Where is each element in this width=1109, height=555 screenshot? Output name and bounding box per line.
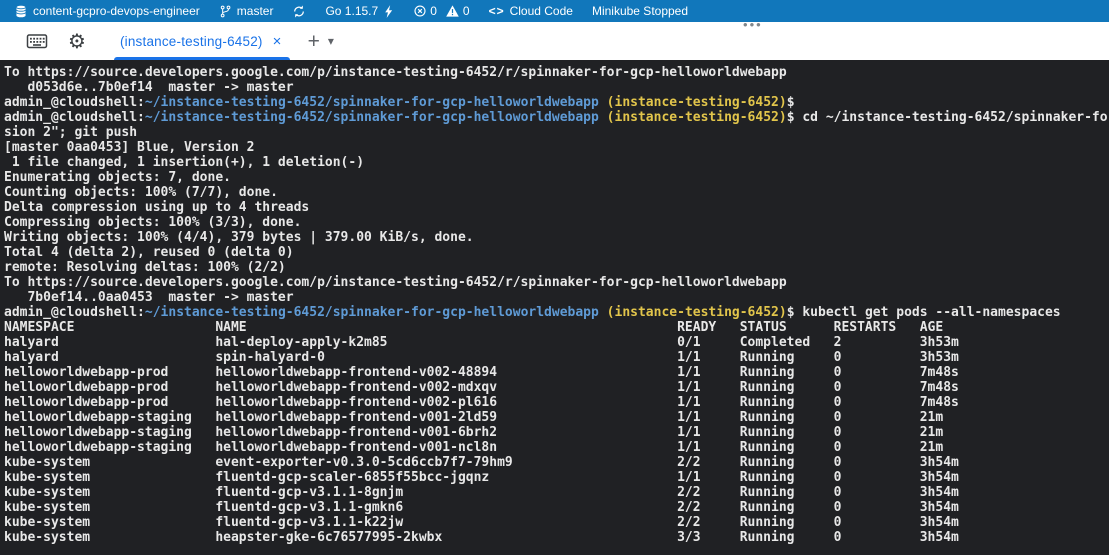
gear-icon: ⚙ <box>68 31 86 51</box>
cloud-code-label: Cloud Code <box>510 4 573 18</box>
lightning-icon <box>383 4 394 19</box>
warning-count: 0 <box>463 4 470 18</box>
error-icon <box>413 4 427 18</box>
chevron-down-icon: ▾ <box>328 34 334 48</box>
terminal[interactable]: To https://source.developers.google.com/… <box>0 60 1109 555</box>
terminal-line: helloworldwebapp-prod helloworldwebapp-f… <box>4 395 1109 410</box>
terminal-line: kube-system fluentd-gcp-scaler-6855f55bc… <box>4 470 1109 485</box>
terminal-line: Total 4 (delta 2), reused 0 (delta 0) <box>4 245 1109 260</box>
terminal-line: admin_@cloudshell:~/instance-testing-645… <box>4 95 1109 110</box>
terminal-line: kube-system heapster-gke-6c76577995-2kwb… <box>4 530 1109 545</box>
warning-icon <box>445 4 460 18</box>
terminal-line: helloworldwebapp-prod helloworldwebapp-f… <box>4 380 1109 395</box>
statusbar-sync-item[interactable] <box>292 0 306 22</box>
terminal-line: remote: Resolving deltas: 100% (2/2) <box>4 260 1109 275</box>
statusbar-cloud-code-item[interactable]: <> Cloud Code <box>489 0 573 22</box>
statusbar-problems-item[interactable]: 0 0 <box>413 4 469 18</box>
terminal-line: sion 2"; git push <box>4 125 1109 140</box>
terminal-line: [master 0aa0453] Blue, Version 2 <box>4 140 1109 155</box>
database-icon <box>14 4 28 19</box>
panel-drag-handle[interactable]: ••• <box>743 20 763 30</box>
keyboard-icon <box>26 32 48 50</box>
terminal-line: Writing objects: 100% (4/4), 379 bytes |… <box>4 230 1109 245</box>
terminal-line: kube-system fluentd-gcp-v3.1.1-gmkn6 2/2… <box>4 500 1109 515</box>
terminal-line: Counting objects: 100% (7/7), done. <box>4 185 1109 200</box>
tab-instance-testing-6452[interactable]: (instance-testing-6452) × <box>110 22 294 60</box>
tab-label: (instance-testing-6452) <box>120 34 263 49</box>
terminal-line: admin_@cloudshell:~/instance-testing-645… <box>4 305 1109 320</box>
close-icon[interactable]: × <box>271 34 284 49</box>
tab-menu-button[interactable]: ▾ <box>324 34 338 48</box>
terminal-line: Delta compression using up to 4 threads <box>4 200 1109 215</box>
code-brackets-icon: <> <box>489 4 505 18</box>
git-branch-icon <box>219 4 232 19</box>
statusbar-minikube-item[interactable]: Minikube Stopped <box>592 0 688 22</box>
terminal-line: Enumerating objects: 7, done. <box>4 170 1109 185</box>
terminal-line: kube-system fluentd-gcp-v3.1.1-8gnjm 2/2… <box>4 485 1109 500</box>
keyboard-button[interactable] <box>26 32 48 50</box>
terminal-line: kube-system fluentd-gcp-v3.1.1-k22jw 2/2… <box>4 515 1109 530</box>
terminal-line: NAMESPACE NAME READY STATUS RESTARTS AGE <box>4 320 1109 335</box>
terminal-line: helloworldwebapp-prod helloworldwebapp-f… <box>4 365 1109 380</box>
statusbar-branch-label: master <box>237 4 274 18</box>
new-tab-button[interactable]: + <box>304 31 324 52</box>
terminal-line: helloworldwebapp-staging helloworldwebap… <box>4 410 1109 425</box>
terminal-line: Compressing objects: 100% (3/3), done. <box>4 215 1109 230</box>
terminal-line: d053d6e..7b0ef14 master -> master <box>4 80 1109 95</box>
terminal-settings-button[interactable]: ⚙ <box>68 31 86 51</box>
terminal-line: helloworldwebapp-staging helloworldwebap… <box>4 425 1109 440</box>
terminal-line: 7b0ef14..0aa0453 master -> master <box>4 290 1109 305</box>
minikube-label: Minikube Stopped <box>592 4 688 18</box>
statusbar-go-label: Go 1.15.7 <box>325 4 378 18</box>
sync-icon <box>292 4 306 19</box>
terminal-line: 1 file changed, 1 insertion(+), 1 deleti… <box>4 155 1109 170</box>
terminal-line: admin_@cloudshell:~/instance-testing-645… <box>4 110 1109 125</box>
active-tab-indicator <box>114 57 290 60</box>
status-bar: content-gcpro-devops-engineer master Go … <box>0 0 1109 22</box>
statusbar-go-item[interactable]: Go 1.15.7 <box>325 0 394 22</box>
terminal-line: To https://source.developers.google.com/… <box>4 275 1109 290</box>
terminal-line: helloworldwebapp-staging helloworldwebap… <box>4 440 1109 455</box>
terminal-line: halyard spin-halyard-0 1/1 Running 0 3h5… <box>4 350 1109 365</box>
terminal-line: To https://source.developers.google.com/… <box>4 65 1109 80</box>
terminal-line: kube-system event-exporter-v0.3.0-5cd6cc… <box>4 455 1109 470</box>
statusbar-branch-item[interactable]: master <box>219 0 274 22</box>
terminal-output: To https://source.developers.google.com/… <box>4 65 1109 545</box>
error-count: 0 <box>430 4 437 18</box>
terminal-line: halyard hal-deploy-apply-k2m85 0/1 Compl… <box>4 335 1109 350</box>
statusbar-project-label: content-gcpro-devops-engineer <box>33 4 200 18</box>
statusbar-project-item[interactable]: content-gcpro-devops-engineer <box>14 0 200 22</box>
terminal-tab-bar: ••• ⚙ (instance-testing-6452) × + ▾ <box>0 22 1109 60</box>
